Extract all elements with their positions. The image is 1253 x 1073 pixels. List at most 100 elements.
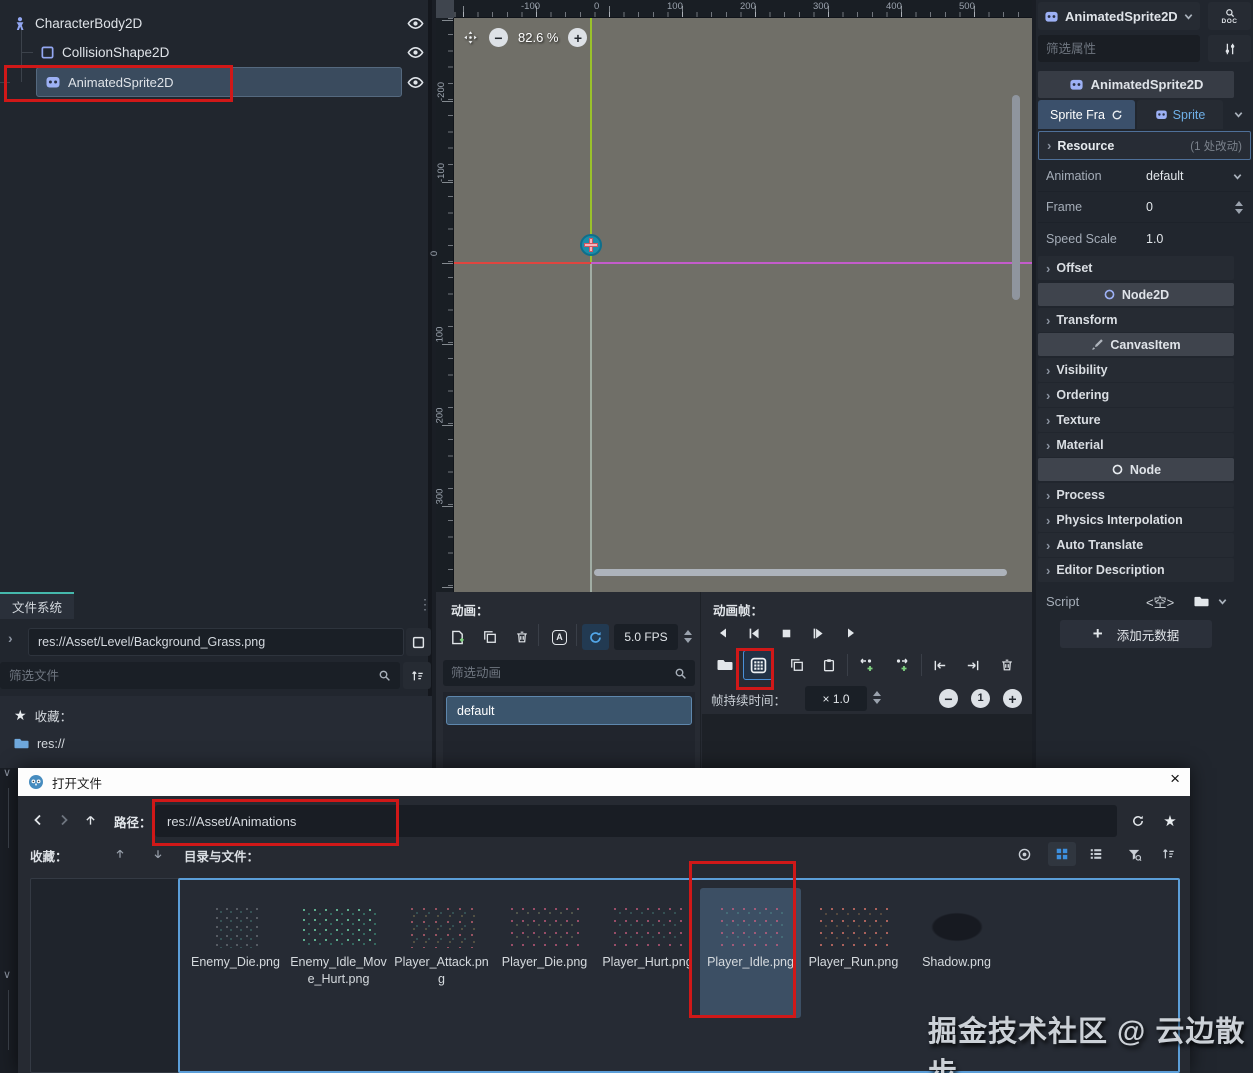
insert-frame-before-button[interactable] — [853, 652, 880, 678]
autoplay-on-start-button[interactable]: A — [546, 624, 573, 650]
group-material[interactable]: › Material — [1038, 433, 1234, 457]
animation-dropdown[interactable]: default — [1146, 169, 1184, 183]
refresh-button[interactable] — [1126, 809, 1150, 833]
zoom-in-button[interactable]: + — [568, 28, 588, 47]
group-texture[interactable]: › Texture — [1038, 408, 1234, 432]
nav-back-button[interactable] — [26, 808, 50, 832]
frames-zoom-reset-button[interactable]: 1 — [971, 689, 990, 708]
play-button[interactable] — [837, 620, 864, 646]
filter-files-button[interactable] — [1120, 842, 1148, 866]
horizontal-scrollbar[interactable] — [594, 569, 1007, 576]
visibility-eye-icon[interactable] — [404, 41, 426, 63]
tree-item-collisionshape2d[interactable]: CollisionShape2D — [40, 38, 169, 67]
vertical-scrollbar[interactable] — [1012, 95, 1020, 300]
dialog-titlebar[interactable]: 打开文件 × — [18, 768, 1190, 796]
frames-strip-area[interactable] — [702, 714, 1032, 768]
loop-button[interactable] — [582, 624, 609, 650]
favorite-move-up-button[interactable] — [106, 842, 134, 866]
canvas-2d[interactable] — [454, 18, 1032, 592]
script-value[interactable]: <空> — [1146, 592, 1174, 611]
zoom-out-button[interactable]: − — [489, 28, 508, 47]
move-frame-left-button[interactable] — [927, 652, 954, 678]
sort-files-button[interactable] — [1154, 842, 1182, 866]
animation-filter-input[interactable] — [443, 660, 695, 686]
toggle-hidden-files-button[interactable] — [1010, 842, 1038, 866]
group-editor-description[interactable]: › Editor Description — [1038, 558, 1234, 582]
play-backwards-button[interactable] — [709, 620, 736, 646]
filter-animations-field[interactable] — [451, 666, 674, 680]
visibility-eye-icon[interactable] — [404, 12, 426, 34]
center-view-icon[interactable] — [462, 29, 479, 46]
play-from-start-button[interactable] — [805, 620, 832, 646]
tab-overflow-chevron[interactable] — [1225, 100, 1251, 129]
filesystem-path-breadcrumb[interactable]: res://Asset/Level/Background_Grass.png — [28, 628, 404, 656]
stop-button[interactable] — [773, 620, 800, 646]
group-physics-interpolation[interactable]: › Physics Interpolation — [1038, 508, 1234, 532]
open-docs-button[interactable]: DOC — [1208, 2, 1251, 30]
inspector-node-selector[interactable]: AnimatedSprite2D — [1038, 2, 1200, 30]
list-view-button[interactable] — [1082, 842, 1110, 866]
viewport-2d[interactable]: -100 0 100 200 300 400 500 -200 -100 0 1… — [429, 0, 1032, 592]
frame-stepper[interactable]: 0 — [1146, 200, 1153, 214]
insert-frame-after-button[interactable] — [887, 652, 914, 678]
group-process[interactable]: › Process — [1038, 483, 1234, 507]
group-auto-translate[interactable]: › Auto Translate — [1038, 533, 1234, 557]
stepper-arrows-icon[interactable] — [1235, 200, 1243, 214]
file-item[interactable]: Enemy_Idle_Move_Hurt.png — [288, 888, 389, 1018]
speed-scale-field[interactable]: 1.0 — [1146, 232, 1163, 246]
animation-item-default[interactable]: default — [446, 696, 692, 725]
frame-duration-input[interactable]: × 1.0 — [805, 686, 867, 711]
delete-frame-button[interactable] — [993, 652, 1020, 678]
frames-zoom-in-button[interactable]: + — [1003, 689, 1022, 708]
load-frames-from-file-button[interactable] — [711, 652, 738, 678]
file-item[interactable]: Shadow.png — [906, 888, 1007, 1018]
close-icon[interactable]: × — [1170, 770, 1180, 787]
file-item[interactable]: Player_Die.png — [494, 888, 595, 1018]
delete-animation-button[interactable] — [508, 624, 535, 650]
fps-input[interactable]: 5.0 FPS — [614, 624, 678, 650]
inspector-filter-input[interactable] — [1038, 35, 1207, 62]
inspector-tools-button[interactable] — [1208, 35, 1251, 62]
tree-item-characterbody2d[interactable]: CharacterBody2D — [12, 9, 142, 38]
tab-sprite[interactable]: Sprite — [1137, 100, 1223, 129]
expand-chevron-icon[interactable]: › — [8, 630, 13, 646]
folder-icon[interactable] — [1194, 594, 1209, 609]
group-transform[interactable]: › Transform — [1038, 308, 1234, 332]
tab-sprite-frames[interactable]: Sprite Fra — [1038, 100, 1135, 129]
nav-forward-button[interactable] — [52, 808, 76, 832]
duplicate-animation-button[interactable] — [476, 624, 503, 650]
dialog-favorites-list[interactable] — [30, 878, 188, 1073]
group-ordering[interactable]: › Ordering — [1038, 383, 1234, 407]
move-frame-right-button[interactable] — [959, 652, 986, 678]
paste-frame-button[interactable] — [815, 652, 842, 678]
filesystem-filter-input[interactable] — [0, 662, 400, 689]
chevron-down-icon[interactable] — [1232, 171, 1243, 182]
play-backwards-from-end-button[interactable] — [741, 620, 768, 646]
visibility-eye-icon[interactable] — [404, 71, 426, 93]
nav-up-button[interactable] — [78, 808, 102, 832]
file-item[interactable]: Enemy_Die.png — [185, 888, 286, 1018]
chevron-down-icon[interactable] — [1217, 596, 1228, 607]
fps-spinner[interactable] — [684, 630, 692, 643]
resource-group-row[interactable]: › Resource (1 处改动) — [1038, 131, 1251, 160]
origin-gizmo[interactable] — [580, 234, 602, 256]
duration-spinner[interactable] — [873, 691, 881, 704]
group-visibility[interactable]: › Visibility — [1038, 358, 1234, 382]
split-mode-button[interactable] — [406, 628, 431, 656]
file-item[interactable]: Player_Run.png — [803, 888, 904, 1018]
frames-zoom-out-button[interactable]: − — [939, 689, 958, 708]
file-item[interactable]: Player_Hurt.png — [597, 888, 698, 1018]
filter-files-field[interactable] — [9, 668, 378, 683]
file-item[interactable]: Player_Attack.png — [391, 888, 492, 1018]
group-offset[interactable]: › Offset — [1038, 256, 1234, 280]
add-animation-button[interactable] — [444, 624, 471, 650]
filter-properties-field[interactable] — [1046, 41, 1207, 56]
root-folder-row[interactable]: res:// — [14, 736, 65, 751]
add-metadata-button[interactable]: + 添加元数据 — [1060, 620, 1212, 648]
file-sort-button[interactable] — [403, 662, 431, 689]
favorite-toggle-button[interactable]: ★ — [1158, 809, 1182, 833]
grid-view-button[interactable] — [1048, 842, 1076, 866]
panel-menu-icon[interactable]: ⋮ — [418, 596, 433, 613]
copy-frame-button[interactable] — [783, 652, 810, 678]
tab-filesystem[interactable]: 文件系统 — [0, 592, 74, 619]
